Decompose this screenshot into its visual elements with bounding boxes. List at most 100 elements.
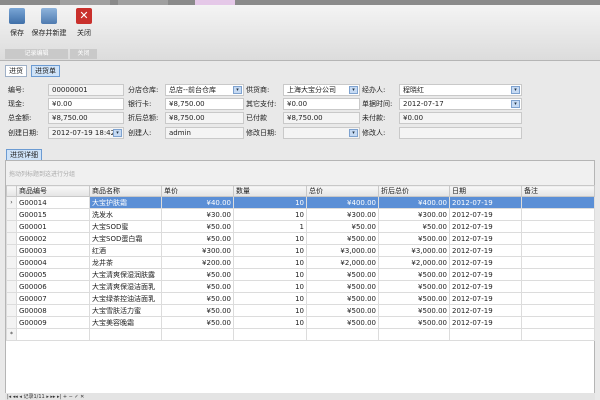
cell-6[interactable]: 2012-07-19	[449, 244, 522, 257]
cell-5[interactable]: ¥500.00	[378, 232, 450, 245]
cell-2[interactable]: ¥50.00	[161, 304, 234, 317]
cell-1[interactable]: 龙井茶	[89, 256, 162, 269]
cell-7[interactable]	[521, 280, 595, 293]
table-row[interactable]: G00001 大宝SOD蜜 ¥50.00 1 ¥50.00 ¥50.00 2012-07-1…	[6, 220, 595, 233]
cell-6[interactable]: 2012-07-19	[449, 292, 522, 305]
cell-0[interactable]: G00015	[16, 208, 90, 221]
cell-0[interactable]: G00002	[16, 232, 90, 245]
row-indicator[interactable]	[6, 220, 17, 233]
cell-5[interactable]: ¥500.00	[378, 268, 450, 281]
cell-3[interactable]: 10	[233, 280, 307, 293]
row-indicator[interactable]	[6, 304, 17, 317]
cell-3[interactable]: 10	[233, 232, 307, 245]
cell-5[interactable]: ¥500.00	[378, 316, 450, 329]
row-indicator[interactable]	[6, 292, 17, 305]
yinhang-field[interactable]: ¥8,750.00	[165, 98, 244, 110]
empty-cell[interactable]	[378, 328, 450, 341]
cell-5[interactable]: ¥2,000.00	[378, 256, 450, 269]
cell-3[interactable]: 10	[233, 256, 307, 269]
cell-1[interactable]: 大宝清爽保湿润肤露	[89, 268, 162, 281]
column-header[interactable]: 商品编号	[16, 185, 90, 197]
table-row[interactable]: G00009 大宝美容晚霜 ¥50.00 10 ¥500.00 ¥500.00 2012-0…	[6, 316, 595, 329]
empty-cell[interactable]	[89, 328, 162, 341]
cell-4[interactable]: ¥500.00	[306, 316, 379, 329]
cell-5[interactable]: ¥3,000.00	[378, 244, 450, 257]
cell-0[interactable]: G00006	[16, 280, 90, 293]
tab-jinhuodan[interactable]: 进货单	[31, 65, 60, 77]
cell-3[interactable]: 10	[233, 196, 307, 209]
cell-2[interactable]: ¥50.00	[161, 280, 234, 293]
table-row[interactable]: G00002 大宝SOD蛋白霜 ¥50.00 10 ¥500.00 ¥500.00 2012…	[6, 232, 595, 245]
cell-5[interactable]: ¥500.00	[378, 292, 450, 305]
new-row-indicator[interactable]: *	[6, 328, 17, 341]
cell-2[interactable]: ¥200.00	[161, 256, 234, 269]
cell-6[interactable]: 2012-07-19	[449, 256, 522, 269]
row-indicator[interactable]	[6, 244, 17, 257]
column-header[interactable]: 数量	[233, 185, 307, 197]
bianhao-field[interactable]: 00000001	[48, 84, 124, 96]
cell-3[interactable]: 10	[233, 292, 307, 305]
row-indicator[interactable]: ›	[6, 196, 17, 209]
table-row[interactable]: G00015 洗发水 ¥30.00 10 ¥300.00 ¥300.00 2012-07-1…	[6, 208, 595, 221]
row-indicator[interactable]	[6, 232, 17, 245]
cell-3[interactable]: 10	[233, 268, 307, 281]
cell-1[interactable]: 大宝SOD蜜	[89, 220, 162, 233]
cell-4[interactable]: ¥500.00	[306, 232, 379, 245]
cell-1[interactable]: 大宝美容晚霜	[89, 316, 162, 329]
empty-cell[interactable]	[449, 328, 522, 341]
empty-cell[interactable]	[521, 328, 595, 341]
cell-7[interactable]	[521, 268, 595, 281]
table-row[interactable]: › G00014 大宝护肤霜 ¥40.00 10 ¥400.00 ¥400.00 2012-0…	[6, 196, 595, 209]
row-indicator[interactable]	[6, 268, 17, 281]
cell-3[interactable]: 10	[233, 304, 307, 317]
cell-5[interactable]: ¥500.00	[378, 280, 450, 293]
cell-6[interactable]: 2012-07-19	[449, 196, 522, 209]
cell-2[interactable]: ¥50.00	[161, 316, 234, 329]
table-row[interactable]: G00006 大宝清爽保湿洁面乳 ¥50.00 10 ¥500.00 ¥500.00 201…	[6, 280, 595, 293]
cell-2[interactable]: ¥30.00	[161, 208, 234, 221]
chevron-down-icon[interactable]: ▾	[511, 86, 520, 94]
cell-1[interactable]: 大宝清爽保湿洁面乳	[89, 280, 162, 293]
cell-6[interactable]: 2012-07-19	[449, 220, 522, 233]
table-row[interactable]: G00003 红酒 ¥300.00 10 ¥3,000.00 ¥3,000.00 2012-…	[6, 244, 595, 257]
cell-1[interactable]: 大宝护肤霜	[89, 196, 162, 209]
cell-6[interactable]: 2012-07-19	[449, 268, 522, 281]
cell-3[interactable]: 10	[233, 208, 307, 221]
cell-3[interactable]: 10	[233, 316, 307, 329]
cell-0[interactable]: G00009	[16, 316, 90, 329]
cell-6[interactable]: 2012-07-19	[449, 304, 522, 317]
cell-7[interactable]	[521, 256, 595, 269]
cell-7[interactable]	[521, 232, 595, 245]
cell-1[interactable]: 红酒	[89, 244, 162, 257]
cell-4[interactable]: ¥500.00	[306, 280, 379, 293]
cell-6[interactable]: 2012-07-19	[449, 208, 522, 221]
cell-0[interactable]: G00005	[16, 268, 90, 281]
cell-1[interactable]: 大宝雪肤活力蜜	[89, 304, 162, 317]
save-button[interactable]: 保存	[6, 8, 28, 38]
cell-0[interactable]: G00004	[16, 256, 90, 269]
cell-6[interactable]: 2012-07-19	[449, 280, 522, 293]
cell-4[interactable]: ¥400.00	[306, 196, 379, 209]
cell-7[interactable]	[521, 316, 595, 329]
column-header[interactable]: 商品名称	[89, 185, 162, 197]
cell-3[interactable]: 1	[233, 220, 307, 233]
empty-cell[interactable]	[306, 328, 379, 341]
nav-first-icon[interactable]: |◂ ◂◂ ◂	[7, 394, 24, 400]
cell-4[interactable]: ¥300.00	[306, 208, 379, 221]
cell-4[interactable]: ¥2,000.00	[306, 256, 379, 269]
cell-0[interactable]: G00001	[16, 220, 90, 233]
table-row[interactable]: G00004 龙井茶 ¥200.00 10 ¥2,000.00 ¥2,000.00 2012…	[6, 256, 595, 269]
cell-1[interactable]: 大宝SOD蛋白霜	[89, 232, 162, 245]
cell-4[interactable]: ¥500.00	[306, 304, 379, 317]
cell-2[interactable]: ¥50.00	[161, 232, 234, 245]
group-by-panel[interactable]: 拖动列标题到这进行分组	[6, 161, 594, 185]
danju-date[interactable]: 2012-07-17 ▾	[399, 98, 522, 110]
tab-jinhuo[interactable]: 进货	[5, 65, 27, 77]
cell-4[interactable]: ¥50.00	[306, 220, 379, 233]
cell-7[interactable]	[521, 244, 595, 257]
cell-0[interactable]: G00008	[16, 304, 90, 317]
chevron-down-icon[interactable]: ▾	[113, 129, 122, 137]
new-row[interactable]: *	[6, 328, 595, 341]
xiugai-date[interactable]: ▾	[283, 127, 360, 139]
table-row[interactable]: G00008 大宝雪肤活力蜜 ¥50.00 10 ¥500.00 ¥500.00 2012-…	[6, 304, 595, 317]
